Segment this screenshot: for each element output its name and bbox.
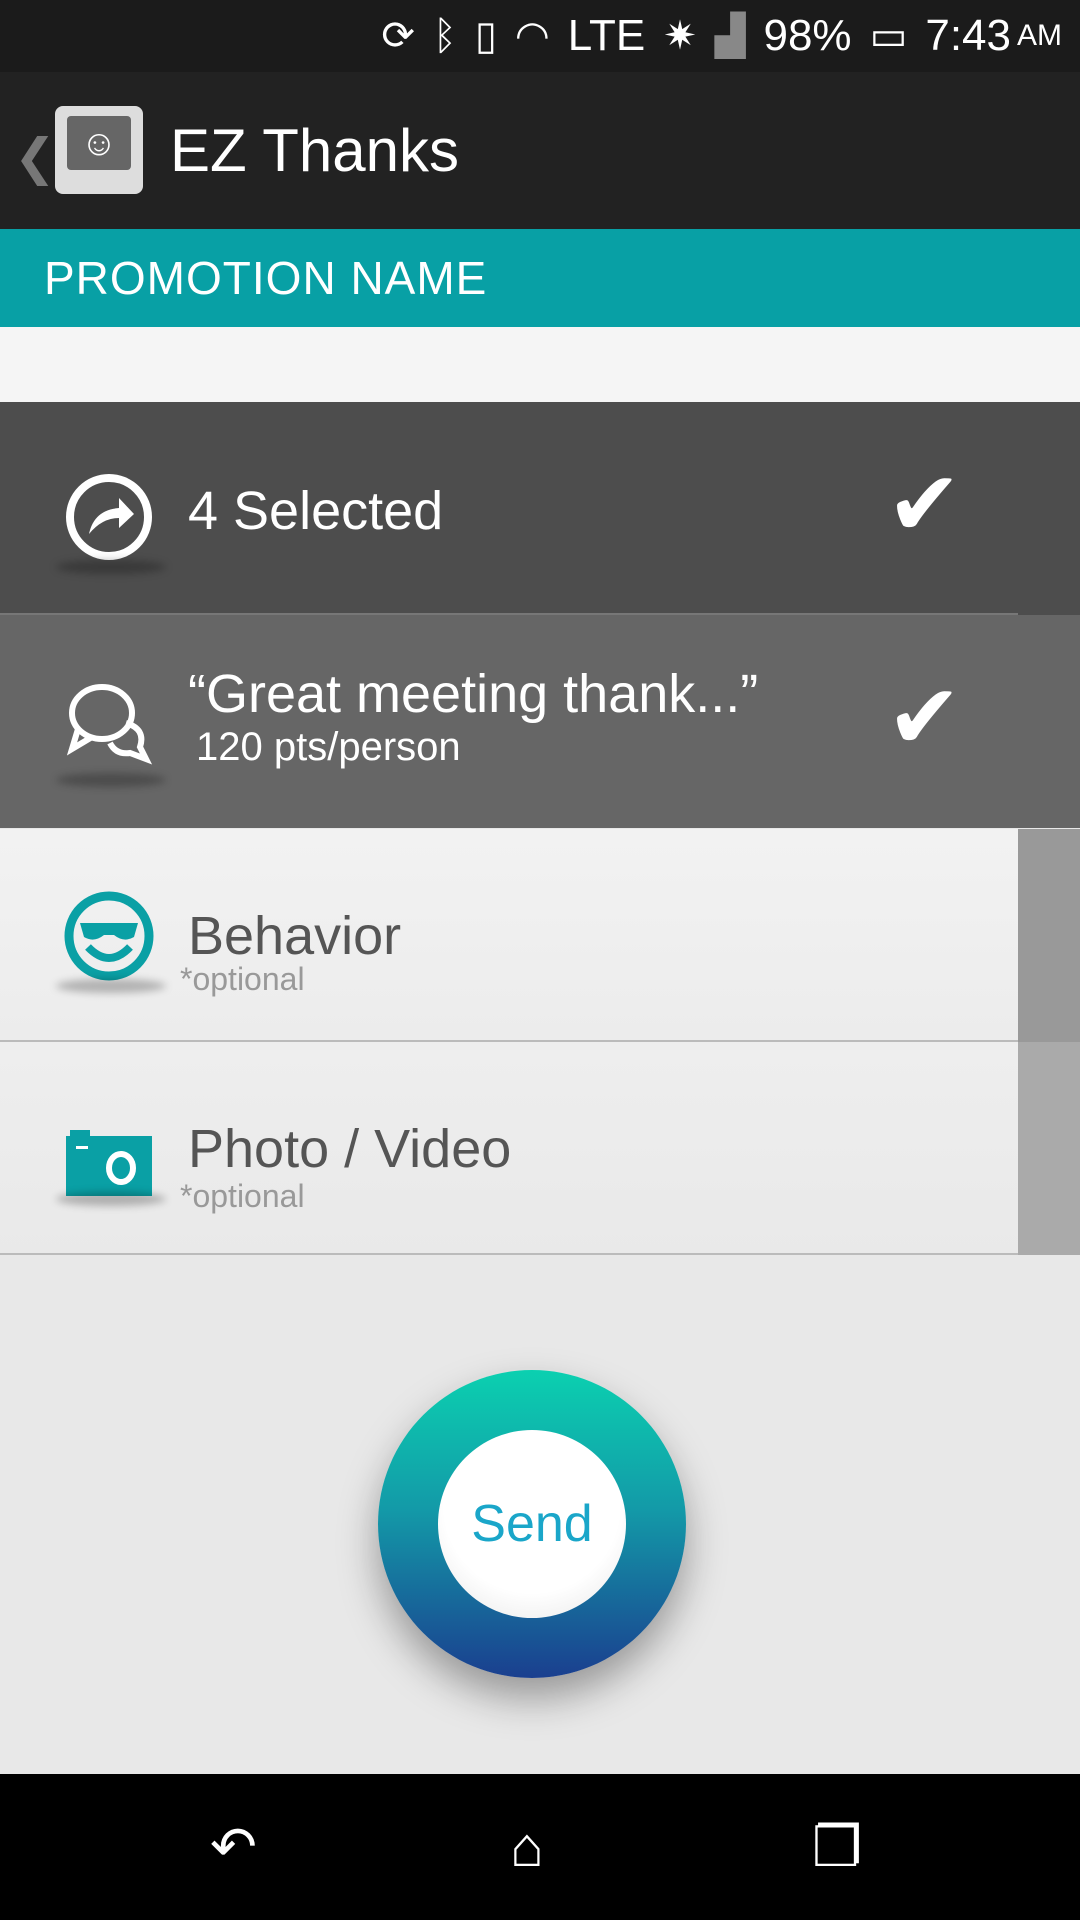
recipients-row[interactable]: 4 Selected ✔ [0, 402, 1080, 615]
bluetooth-icon: ᛒ [432, 13, 457, 58]
promotion-name-field[interactable] [0, 327, 1080, 402]
network-type: LTE [567, 11, 646, 60]
back-chevron-icon[interactable]: ❮ [14, 128, 56, 186]
chat-bubbles-icon [66, 684, 153, 765]
app-logo-icon[interactable]: ☺ [55, 106, 143, 194]
action-bar: ❮ ☺ EZ Thanks [0, 72, 1080, 229]
behavior-row[interactable]: Behavior *optional [0, 829, 1080, 1042]
clock: 7:43 [925, 11, 1011, 60]
share-arrow-icon [66, 474, 152, 560]
message-row[interactable]: “Great meeting thank...” 120 pts/person … [0, 615, 1080, 828]
wifi-icon: ◠ [514, 14, 550, 58]
send-button[interactable]: Send [378, 1370, 686, 1678]
photo-video-side-tab [1018, 1042, 1080, 1255]
photo-video-label: Photo / Video [188, 1119, 512, 1179]
back-icon[interactable]: ↶ [210, 1814, 257, 1880]
home-icon[interactable]: ⌂ [510, 1814, 544, 1879]
points-label: 120 pts/person [196, 725, 461, 769]
clock-ampm: AM [1017, 19, 1062, 52]
behavior-side-tab [1018, 829, 1080, 1042]
battery-icon: ▭ [869, 14, 908, 58]
battery-percent: 98% [763, 11, 852, 60]
behavior-optional: *optional [180, 961, 305, 997]
status-bar: ⟳ ᛒ ▯ ◠ LTE ✷ ▟ 98% ▭ 7:43 AM [0, 0, 1080, 72]
check-icon: ✔ [886, 668, 962, 768]
photo-video-optional: *optional [180, 1178, 305, 1214]
behavior-label: Behavior [188, 906, 402, 966]
signal-icon: ▟ [714, 14, 746, 58]
recipients-label: 4 Selected [188, 481, 444, 541]
sunglasses-smiley-icon [64, 891, 154, 981]
app-title: EZ Thanks [170, 117, 460, 184]
rotation-lock-icon: ⟳ [381, 14, 415, 58]
photo-video-row[interactable]: Photo / Video *optional [0, 1042, 1080, 1255]
brightness-icon: ✷ [663, 14, 697, 58]
message-label: “Great meeting thank...” [188, 664, 759, 724]
check-icon: ✔ [886, 455, 962, 555]
vibrate-icon: ▯ [474, 14, 497, 58]
navigation-bar: ↶ ⌂ ❐ [0, 1774, 1080, 1920]
send-label: Send [438, 1430, 626, 1618]
promotion-name-header: PROMOTION NAME [0, 229, 1080, 327]
recent-apps-icon[interactable]: ❐ [812, 1814, 862, 1880]
